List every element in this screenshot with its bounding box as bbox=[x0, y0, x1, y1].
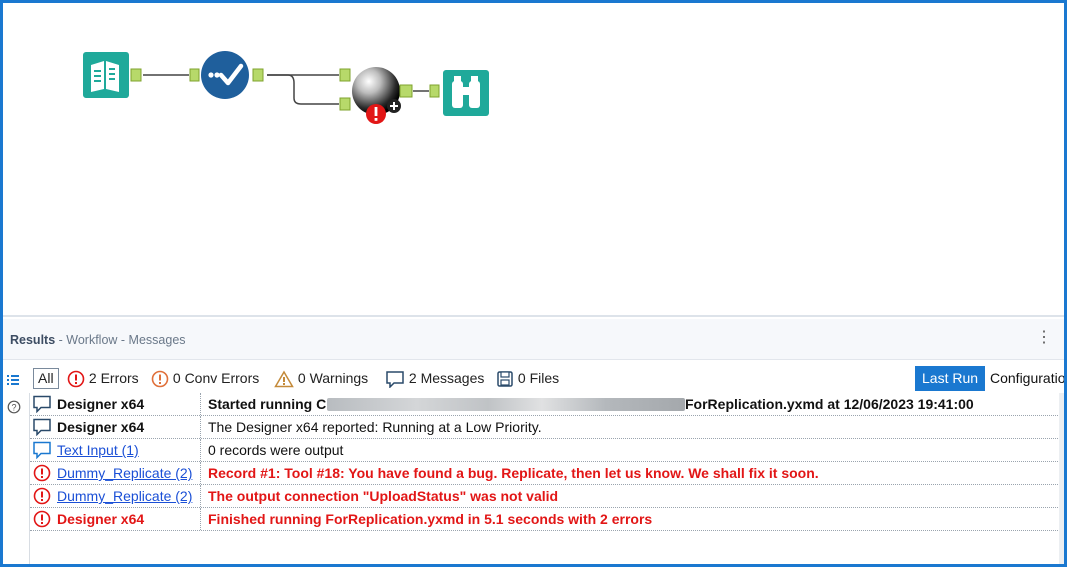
output-anchor-o[interactable] bbox=[399, 84, 413, 98]
message-row[interactable]: Designer x64 The Designer x64 reported: … bbox=[30, 416, 1062, 439]
input-anchor[interactable] bbox=[189, 68, 200, 82]
message-source: Designer x64 bbox=[57, 393, 201, 415]
filter-files-label: 0 Files bbox=[517, 370, 560, 386]
input-anchor[interactable] bbox=[429, 84, 440, 98]
pane-splitter[interactable] bbox=[3, 315, 1064, 317]
filter-all-button[interactable]: All bbox=[33, 368, 59, 389]
input-anchor-1[interactable] bbox=[339, 68, 351, 82]
error-icon bbox=[33, 510, 51, 528]
input-anchor-2[interactable] bbox=[339, 97, 351, 111]
kebab-menu-icon[interactable]: ⋮ bbox=[1036, 329, 1052, 347]
error-row[interactable]: Dummy_Replicate (2) The output connectio… bbox=[30, 485, 1062, 508]
workflow-canvas[interactable] bbox=[3, 3, 1064, 315]
message-text: The Designer x64 reported: Running at a … bbox=[208, 419, 542, 435]
message-icon bbox=[33, 395, 51, 413]
error-icon bbox=[33, 487, 51, 505]
filter-errors-label: 2 Errors bbox=[88, 370, 139, 386]
grid-gutter: ? bbox=[3, 393, 30, 564]
filter-errors-button[interactable]: 2 Errors bbox=[67, 368, 139, 388]
output-anchor[interactable] bbox=[130, 68, 142, 82]
filter-files-button[interactable]: 0 Files bbox=[496, 368, 559, 388]
filter-conv-errors-button[interactable]: 0 Conv Errors bbox=[151, 368, 259, 388]
configuration-tab[interactable]: Configuration bbox=[986, 366, 1064, 391]
message-text-start: Started running C bbox=[208, 396, 327, 412]
error-text: Record #1: Tool #18: You have found a bu… bbox=[208, 465, 819, 481]
filter-conv-errors-label: 0 Conv Errors bbox=[172, 370, 260, 386]
message-icon bbox=[33, 441, 51, 459]
tool-link[interactable]: Dummy_Replicate (2) bbox=[57, 485, 201, 507]
filter-warnings-button[interactable]: 0 Warnings bbox=[274, 368, 368, 388]
filter-messages-button[interactable]: 2 Messages bbox=[385, 368, 485, 390]
output-anchor[interactable] bbox=[252, 68, 264, 82]
message-row[interactable]: Text Input (1) 0 records were output bbox=[30, 439, 1062, 462]
tool-link[interactable]: Text Input (1) bbox=[57, 439, 201, 461]
browse-tool-icon[interactable] bbox=[443, 70, 489, 116]
message-source: Designer x64 bbox=[57, 508, 201, 530]
filter-messages-label: 2 Messages bbox=[408, 370, 485, 386]
breadcrumb-messages[interactable]: - Messages bbox=[117, 333, 186, 347]
message-source: Designer x64 bbox=[57, 416, 201, 438]
conv-error-icon bbox=[151, 370, 169, 388]
vertical-scrollbar[interactable] bbox=[1059, 393, 1064, 564]
list-view-icon[interactable] bbox=[6, 369, 20, 389]
error-row[interactable]: Designer x64 Finished running ForReplica… bbox=[30, 508, 1062, 531]
file-save-icon bbox=[497, 371, 513, 388]
message-icon bbox=[33, 418, 51, 436]
messages-grid: ? Designer x64 Started running C ForRepl… bbox=[3, 393, 1064, 564]
results-header: Results - Workflow - Messages ⋮ bbox=[3, 319, 1064, 360]
select-tool-icon[interactable] bbox=[201, 51, 249, 99]
redacted-path bbox=[327, 398, 685, 411]
error-text: Finished running ForReplication.yxmd in … bbox=[208, 511, 653, 527]
app-window: Results - Workflow - Messages ⋮ All 2 Er… bbox=[0, 0, 1067, 567]
svg-text:?: ? bbox=[11, 403, 16, 413]
filter-bar: All 2 Errors 0 Conv Errors 0 Warnings 2 … bbox=[3, 364, 1064, 392]
filter-warnings-label: 0 Warnings bbox=[297, 370, 369, 386]
warning-icon bbox=[274, 370, 294, 388]
message-row[interactable]: Designer x64 Started running C ForReplic… bbox=[30, 393, 1062, 416]
plus-badge-icon bbox=[387, 99, 401, 113]
help-icon[interactable]: ? bbox=[7, 400, 21, 414]
canvas-drawing bbox=[83, 51, 489, 124]
message-text: 0 records were output bbox=[208, 442, 344, 458]
error-icon bbox=[33, 464, 51, 482]
error-row[interactable]: Dummy_Replicate (2) Record #1: Tool #18:… bbox=[30, 462, 1062, 485]
results-label: Results bbox=[10, 333, 56, 347]
breadcrumb-workflow[interactable]: - Workflow bbox=[55, 333, 118, 347]
results-title: Results - Workflow - Messages bbox=[10, 333, 186, 347]
text-input-tool-icon[interactable] bbox=[83, 52, 129, 98]
error-text: The output connection "UploadStatus" was… bbox=[208, 488, 559, 504]
message-text: Started running C ForReplication.yxmd at… bbox=[208, 393, 1058, 415]
last-run-tab[interactable]: Last Run bbox=[915, 366, 986, 391]
error-icon bbox=[67, 370, 85, 388]
tool-link[interactable]: Dummy_Replicate (2) bbox=[57, 462, 201, 484]
error-badge-icon bbox=[366, 104, 386, 124]
message-icon bbox=[386, 371, 404, 390]
message-text-end: ForReplication.yxmd at 12/06/2023 19:41:… bbox=[685, 396, 974, 412]
